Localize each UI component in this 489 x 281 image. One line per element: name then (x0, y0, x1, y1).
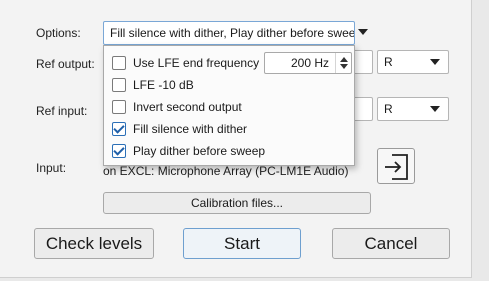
checkbox-checked[interactable] (112, 144, 126, 158)
chevron-down-icon[interactable] (358, 29, 368, 35)
input-label: Input: (36, 161, 67, 175)
spin-up-icon[interactable] (339, 57, 348, 62)
option-play-dither-before-sweep[interactable]: Play dither before sweep (112, 142, 265, 160)
checkbox[interactable] (112, 56, 126, 70)
option-lfe-minus-10db[interactable]: LFE -10 dB (112, 76, 194, 94)
ref-input-device-field[interactable] (353, 97, 373, 121)
options-label: Options: (36, 26, 81, 40)
calibration-files-button[interactable]: Calibration files... (103, 192, 371, 214)
options-combo[interactable]: Fill silence with dither, Play dither be… (103, 21, 355, 45)
ref-output-label: Ref output: (36, 57, 95, 71)
spinner-buttons[interactable] (335, 53, 351, 73)
ref-output-device-field[interactable] (353, 50, 373, 74)
cancel-button[interactable]: Cancel (332, 228, 450, 259)
checkbox-checked[interactable] (112, 122, 126, 136)
spin-down-icon[interactable] (339, 64, 348, 69)
input-device-name: on EXCL: Microphone Array (PC-LM1E Audio… (103, 164, 349, 178)
check-levels-button[interactable]: Check levels (34, 228, 154, 259)
ref-input-label: Ref input: (36, 104, 88, 118)
option-label: Play dither before sweep (133, 144, 266, 158)
option-invert-second-output[interactable]: Invert second output (112, 98, 242, 116)
input-select-button[interactable] (377, 148, 415, 184)
ref-output-channel-select[interactable]: R (377, 50, 449, 74)
option-label: Fill silence with dither (133, 122, 248, 136)
checkbox[interactable] (112, 100, 126, 114)
chevron-down-icon (430, 59, 440, 65)
option-label: Invert second output (133, 100, 242, 114)
ref-input-channel-value: R (384, 102, 393, 116)
ref-input-channel-select[interactable]: R (377, 97, 449, 121)
option-fill-silence-with-dither[interactable]: Fill silence with dither (112, 120, 247, 138)
option-label: LFE -10 dB (133, 78, 194, 92)
lfe-frequency-spinner[interactable]: 200 Hz (264, 52, 352, 74)
options-dropdown: Use LFE end frequency 200 Hz LFE -10 dB … (103, 45, 355, 166)
checkbox[interactable] (112, 78, 126, 92)
chevron-down-icon (430, 106, 440, 112)
lfe-frequency-value[interactable]: 200 Hz (265, 56, 335, 70)
measurement-dialog: Options: Fill silence with dither, Play … (0, 0, 472, 278)
options-combo-value: Fill silence with dither, Play dither be… (110, 26, 354, 40)
start-button[interactable]: Start (183, 228, 301, 259)
option-use-lfe-end-frequency[interactable]: Use LFE end frequency (112, 54, 259, 72)
enter-input-icon (385, 154, 408, 180)
ref-output-channel-value: R (384, 55, 393, 69)
option-label: Use LFE end frequency (133, 56, 260, 70)
